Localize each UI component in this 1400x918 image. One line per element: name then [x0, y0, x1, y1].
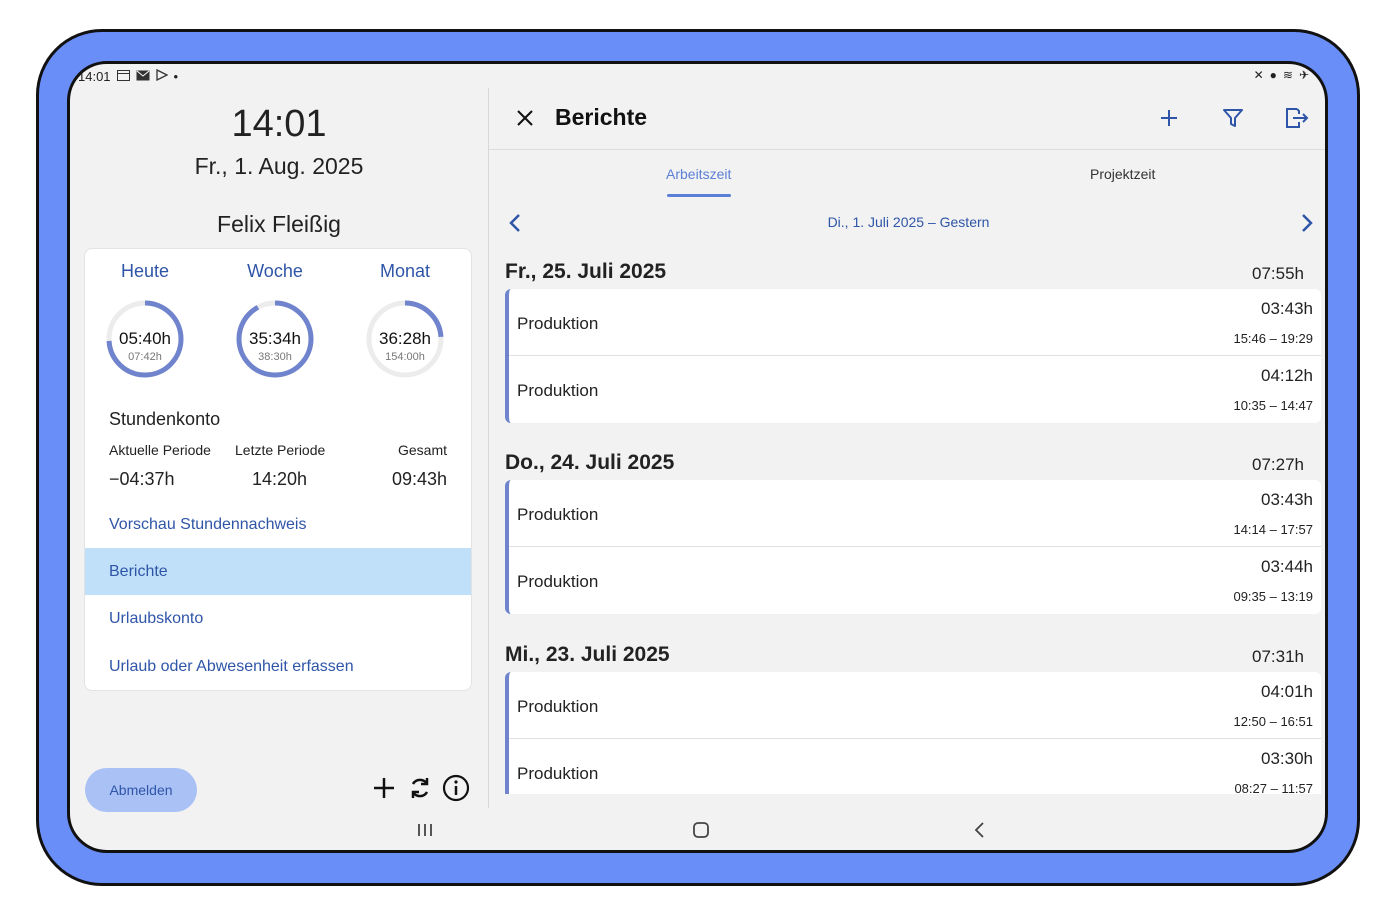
- play-store-icon: [155, 68, 169, 84]
- entry-time-span: 10:35 – 14:47: [1233, 398, 1313, 413]
- list-item[interactable]: Produktion 03:43h 15:46 – 19:29: [509, 289, 1321, 356]
- filter-icon[interactable]: [1221, 106, 1245, 135]
- current-period-value: −04:37h: [109, 469, 175, 489]
- sync-icon[interactable]: [406, 774, 434, 802]
- page-title: Berichte: [555, 104, 648, 130]
- entry-name: Produktion: [517, 764, 599, 783]
- gauge-target: 38:30h: [258, 351, 292, 363]
- day-header: Fr., 25. Juli 2025: [505, 260, 667, 283]
- tab-bar: Arbeitszeit Projektzeit: [489, 150, 1325, 200]
- current-date: Fr., 1. Aug. 2025: [194, 153, 364, 179]
- add-icon[interactable]: [370, 774, 398, 802]
- gauge-label: Monat: [379, 261, 431, 281]
- add-icon[interactable]: [1157, 106, 1181, 135]
- gauge-value: 35:34h: [249, 329, 301, 348]
- bottom-actions: [370, 768, 470, 808]
- date-range: Di., 1. Juli 2025 – Gestern: [827, 214, 990, 230]
- entry-name: Produktion: [517, 572, 599, 591]
- close-icon[interactable]: [513, 106, 537, 135]
- export-icon[interactable]: [1283, 106, 1309, 135]
- entry-duration: 03:43h: [1261, 490, 1313, 509]
- day-total: 07:55h: [1252, 264, 1304, 283]
- list-item[interactable]: Produktion 04:01h 12:50 – 16:51: [509, 672, 1321, 739]
- system-nav-bar: [70, 808, 1325, 850]
- gauge-value: 36:28h: [379, 329, 431, 348]
- day-header: Do., 24. Juli 2025: [505, 451, 675, 474]
- gauge-target: 07:42h: [128, 351, 162, 363]
- preview-timesheet-link[interactable]: Vorschau Stundennachweis: [85, 501, 471, 548]
- gauge-value: 05:40h: [119, 329, 171, 348]
- list-item[interactable]: Produktion 03:43h 14:14 – 17:57: [509, 480, 1321, 547]
- mute-icon: ✕: [1253, 68, 1264, 82]
- entry-name: Produktion: [517, 697, 599, 716]
- entry-name: Produktion: [517, 381, 599, 400]
- entry-duration: 03:30h: [1261, 749, 1313, 768]
- recent-apps-icon[interactable]: [415, 821, 435, 839]
- list-item[interactable]: Produktion 03:30h 08:27 – 11:57: [509, 739, 1321, 794]
- tab-project-time[interactable]: Projektzeit: [1090, 166, 1155, 182]
- gauge-target: 154:00h: [385, 351, 425, 363]
- list-item[interactable]: Produktion 03:44h 09:35 – 13:19: [509, 547, 1321, 614]
- entry-time-span: 09:35 – 13:19: [1233, 589, 1313, 604]
- entry-name: Produktion: [517, 314, 599, 333]
- day-entries: Produktion 04:01h 12:50 – 16:51 Produkti…: [505, 672, 1321, 794]
- wifi-icon: ≋: [1282, 68, 1293, 82]
- summary-card: Heute 05:40h 07:42h Woche 35:34h 38:30h …: [84, 248, 472, 691]
- gauge-week[interactable]: Woche 35:34h 38:30h: [225, 257, 325, 379]
- dot-icon: •: [173, 69, 179, 84]
- logout-button[interactable]: Abmelden: [85, 768, 197, 812]
- entry-time-span: 12:50 – 16:51: [1233, 714, 1313, 729]
- clock: 14:01: [231, 103, 327, 145]
- gauge-label: Woche: [247, 261, 303, 281]
- tab-work-time[interactable]: Arbeitszeit: [666, 166, 731, 182]
- calendar-icon: [116, 69, 130, 84]
- tab-indicator: [667, 194, 731, 197]
- mail-icon: [136, 69, 150, 84]
- gauge-month[interactable]: Monat 36:28h 154:00h: [355, 257, 455, 379]
- app-bar: Berichte: [489, 88, 1325, 150]
- entry-time-span: 15:46 – 19:29: [1233, 331, 1313, 346]
- total-label: Gesamt: [397, 442, 447, 458]
- list-item[interactable]: Produktion 04:12h 10:35 – 14:47: [509, 356, 1321, 423]
- screen: 14:01 • ✕ ● ≋ ✈ 14:01 Fr., 1. Aug. 2025 …: [67, 61, 1328, 853]
- day-entries: Produktion 03:43h 14:14 – 17:57 Produkti…: [505, 480, 1321, 614]
- day-total: 07:27h: [1252, 455, 1304, 474]
- status-time: 14:01: [78, 69, 111, 84]
- reports-panel: Berichte Arbeitszeit Projektzeit Di., 1.…: [489, 88, 1325, 794]
- last-period-label: Letzte Periode: [235, 442, 326, 458]
- status-bar: 14:01 • ✕ ● ≋ ✈: [70, 64, 1325, 88]
- entry-duration: 04:01h: [1261, 682, 1313, 701]
- current-period-label: Aktuelle Periode: [109, 442, 211, 458]
- vacation-account-link[interactable]: Urlaubskonto: [85, 595, 471, 642]
- day-header: Mi., 23. Juli 2025: [505, 643, 670, 666]
- entry-time-span: 08:27 – 11:57: [1234, 781, 1313, 794]
- day-total: 07:31h: [1252, 647, 1304, 666]
- record-absence-link[interactable]: Urlaub oder Abwesenheit erfassen: [85, 643, 471, 690]
- last-period-value: 14:20h: [252, 469, 308, 489]
- chevron-right-icon[interactable]: [1299, 212, 1315, 239]
- entry-duration: 03:43h: [1261, 299, 1313, 318]
- hours-account-title: Stundenkonto: [109, 409, 221, 429]
- reports-link[interactable]: Berichte: [85, 548, 471, 595]
- gauge-label: Heute: [120, 261, 170, 281]
- home-icon[interactable]: [691, 821, 711, 839]
- day-entries: Produktion 03:43h 15:46 – 19:29 Produkti…: [505, 289, 1321, 423]
- entry-time-span: 14:14 – 17:57: [1233, 522, 1313, 537]
- location-icon: ●: [1269, 68, 1277, 82]
- entry-duration: 03:44h: [1261, 557, 1313, 576]
- total-value: 09:43h: [391, 469, 447, 489]
- user-name: Felix Fleißig: [217, 211, 341, 237]
- info-icon[interactable]: [442, 774, 470, 802]
- overview-panel: 14:01 Fr., 1. Aug. 2025 Felix Fleißig He…: [70, 88, 488, 812]
- gauge-today[interactable]: Heute 05:40h 07:42h: [95, 257, 195, 379]
- entry-name: Produktion: [517, 505, 599, 524]
- back-icon[interactable]: [970, 821, 990, 839]
- airplane-icon: ✈: [1298, 68, 1309, 82]
- entry-duration: 04:12h: [1261, 366, 1313, 385]
